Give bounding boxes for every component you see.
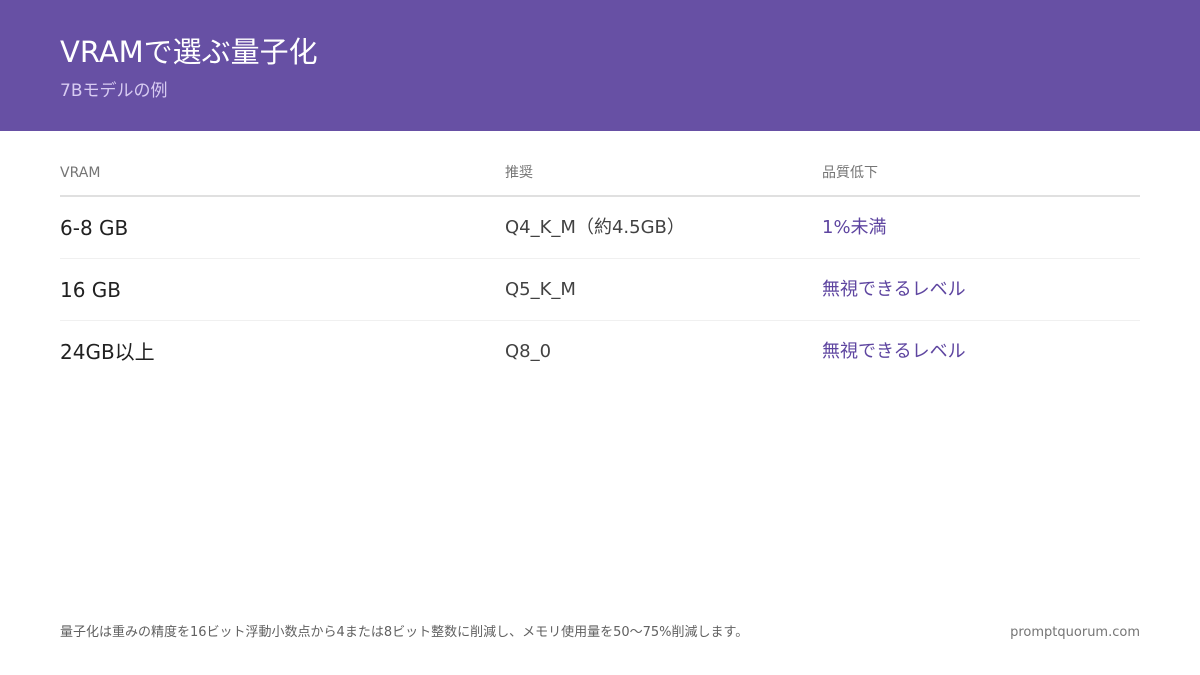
column-header-vram: VRAM bbox=[60, 165, 101, 181]
column-header-quality-loss: 品質低下 bbox=[822, 165, 878, 181]
footer-note: 量子化は重みの精度を16ビット浮動小数点から4または8ビット整数に削減し、メモリ… bbox=[60, 625, 749, 640]
quality-loss-cell: 無視できるレベル bbox=[822, 341, 966, 362]
page-title: VRAMで選ぶ量子化 bbox=[60, 35, 318, 69]
table-row: 6-8 GB Q4_K_M（約4.5GB） 1%未満 bbox=[60, 197, 1140, 259]
quantization-table: VRAM 推奨 品質低下 6-8 GB Q4_K_M（約4.5GB） 1%未満 … bbox=[60, 150, 1140, 382]
recommended-cell: Q4_K_M（約4.5GB） bbox=[505, 217, 685, 238]
table-row: 16 GB Q5_K_M 無視できるレベル bbox=[60, 259, 1140, 321]
vram-cell: 24GB以上 bbox=[60, 340, 155, 364]
recommended-cell: Q8_0 bbox=[505, 341, 552, 362]
site-name: promptquorum.com bbox=[1010, 625, 1140, 640]
vram-cell: 16 GB bbox=[60, 278, 122, 302]
table-row: 24GB以上 Q8_0 無視できるレベル bbox=[60, 321, 1140, 382]
column-header-recommended: 推奨 bbox=[505, 165, 533, 181]
quality-loss-cell: 無視できるレベル bbox=[822, 279, 966, 300]
header-banner: VRAMで選ぶ量子化 7Bモデルの例 bbox=[0, 0, 1200, 131]
table-header: VRAM 推奨 品質低下 bbox=[60, 150, 1140, 197]
recommended-cell: Q5_K_M bbox=[505, 279, 576, 300]
vram-cell: 6-8 GB bbox=[60, 216, 129, 240]
quality-loss-cell: 1%未満 bbox=[822, 217, 887, 238]
page-subtitle: 7Bモデルの例 bbox=[60, 81, 168, 101]
